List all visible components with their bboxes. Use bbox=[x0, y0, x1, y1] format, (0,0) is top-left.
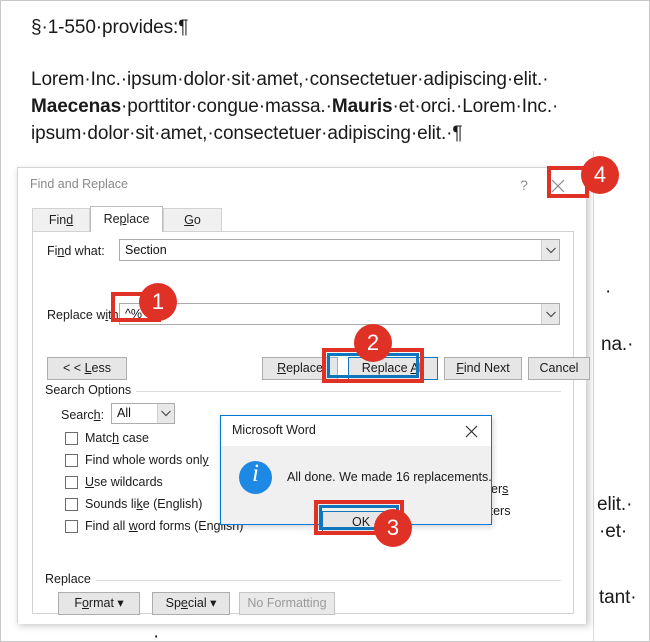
search-direction-value: All bbox=[117, 406, 131, 420]
search-direction-dropdown-arrow[interactable] bbox=[157, 404, 174, 423]
close-icon bbox=[465, 425, 478, 438]
find-what-input[interactable]: Section bbox=[119, 239, 560, 261]
dialog-titlebar[interactable]: Find and Replace ? bbox=[18, 168, 586, 202]
tab-find[interactable]: Find bbox=[32, 208, 90, 232]
ok-button-label: OK bbox=[351, 515, 371, 529]
tab-find-label: Find bbox=[48, 213, 74, 227]
info-icon-glyph: i bbox=[252, 460, 259, 487]
search-direction-label: Search: bbox=[61, 408, 105, 422]
dialog-body: Find Replace Go To Find what: Section bbox=[18, 202, 590, 624]
no-formatting-button: No Formatting bbox=[239, 592, 335, 615]
document-line-4: ipsum·dolor·sit·amet,·consectetuer·adipi… bbox=[31, 123, 463, 144]
replace-all-button-label: Replace All bbox=[361, 361, 425, 375]
ok-button[interactable]: OK bbox=[322, 511, 400, 534]
find-next-button-label: Find Next bbox=[456, 361, 510, 375]
message-box-title: Microsoft Word bbox=[232, 423, 316, 437]
search-direction-select[interactable]: All bbox=[111, 403, 175, 424]
document-fragment-3: elit.· bbox=[597, 494, 633, 515]
replace-button-label: Replace bbox=[277, 361, 323, 375]
close-icon bbox=[551, 179, 565, 193]
tab-go-to[interactable]: Go To bbox=[163, 208, 222, 250]
document-line-2: Lorem·Inc.·ipsum·dolor·sit·amet,·consect… bbox=[31, 69, 549, 90]
checkbox-box bbox=[65, 476, 78, 489]
special-button[interactable]: Special ▾ bbox=[152, 592, 230, 615]
less-button-label: < < Less bbox=[63, 361, 111, 375]
document-line-3-mid: ·porttitor·congue·massa.· bbox=[121, 96, 332, 117]
message-box: Microsoft Word i All done. We made 16 re… bbox=[220, 415, 492, 534]
document-line-3-end: ·et·orci.·Lorem·Inc.· bbox=[392, 96, 559, 117]
find-and-replace-dialog: Find and Replace ? Find Replace Go To bbox=[17, 167, 590, 624]
search-options-group-label: Search Options bbox=[45, 383, 137, 397]
checkbox-box bbox=[65, 498, 78, 511]
replace-with-value: ^% bbox=[125, 307, 142, 321]
checkbox-box bbox=[65, 432, 78, 445]
replace-with-input[interactable]: ^% bbox=[119, 303, 560, 325]
checkbox-find-whole-words-only-label: Find whole words only bbox=[85, 453, 209, 467]
checkbox-box bbox=[65, 520, 78, 533]
document-bold-maecenas: Maecenas bbox=[31, 96, 122, 117]
document-fragment-1: · bbox=[605, 281, 612, 302]
replace-group-rule bbox=[91, 580, 561, 581]
less-button[interactable]: < < Less bbox=[47, 357, 127, 380]
document-line-3: Maecenas·porttitor·congue·massa.·Mauris·… bbox=[31, 96, 558, 118]
checkbox-sounds-like-label: Sounds like (English) bbox=[85, 497, 203, 511]
chevron-down-icon bbox=[161, 410, 171, 417]
cancel-button-label: Cancel bbox=[539, 361, 579, 375]
replace-group-label: Replace bbox=[45, 572, 96, 586]
chevron-down-icon bbox=[546, 247, 556, 254]
find-what-label: Find what: bbox=[47, 244, 105, 258]
find-what-value: Section bbox=[125, 243, 167, 257]
document-fragment-4: ·et· bbox=[599, 521, 628, 542]
replace-with-label: Replace with: bbox=[47, 308, 123, 322]
no-formatting-button-label: No Formatting bbox=[247, 596, 327, 610]
dialog-title: Find and Replace bbox=[30, 177, 128, 191]
help-icon[interactable]: ? bbox=[514, 175, 534, 195]
page-edge-rule bbox=[593, 151, 594, 641]
replace-all-button[interactable]: Replace All bbox=[348, 357, 438, 380]
replace-with-dropdown-arrow[interactable] bbox=[541, 304, 559, 324]
replace-button[interactable]: Replace bbox=[262, 357, 338, 380]
checkbox-match-case-label: Match case bbox=[85, 431, 149, 445]
checkbox-box bbox=[65, 454, 78, 467]
document-fragment-2: na.· bbox=[601, 334, 634, 355]
message-box-titlebar[interactable]: Microsoft Word bbox=[221, 416, 491, 446]
document-fragment-5: tant· bbox=[599, 587, 637, 608]
find-what-dropdown-arrow[interactable] bbox=[541, 240, 559, 260]
tab-replace[interactable]: Replace bbox=[90, 206, 163, 232]
document-line-1: §·1-550·provides:¶ bbox=[31, 17, 189, 38]
checkbox-use-wildcards-label: Use wildcards bbox=[85, 475, 163, 489]
chevron-down-icon bbox=[546, 311, 556, 318]
document-bold-mauris: Mauris bbox=[331, 96, 393, 117]
document-fragment-6: · bbox=[153, 626, 160, 642]
find-next-button[interactable]: Find Next bbox=[444, 357, 522, 380]
info-icon: i bbox=[239, 460, 272, 494]
dialog-close-button[interactable] bbox=[538, 171, 580, 199]
special-button-label: Special ▾ bbox=[165, 596, 217, 610]
screenshot-root: §·1-550·provides:¶ Lorem·Inc.·ipsum·dolo… bbox=[0, 0, 650, 642]
cancel-button[interactable]: Cancel bbox=[528, 357, 590, 380]
message-box-text: All done. We made 16 replacements. bbox=[287, 470, 492, 484]
tab-replace-label: Replace bbox=[103, 212, 150, 226]
message-box-close-button[interactable] bbox=[455, 419, 487, 443]
format-button[interactable]: Format ▾ bbox=[58, 592, 140, 615]
dialog-tabstrip: Find Replace Go To bbox=[32, 206, 574, 250]
search-options-group-rule bbox=[129, 391, 561, 392]
format-button-label: Format ▾ bbox=[74, 596, 124, 610]
